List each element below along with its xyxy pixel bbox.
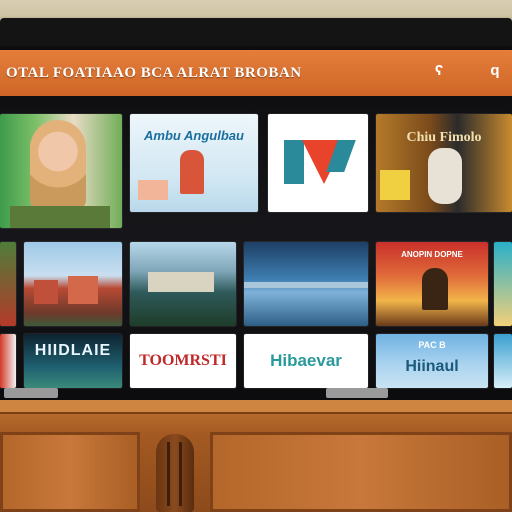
tv-screen: OTAL FOATIAAO BCA ALRAT BROBAN ʕ q Ambu … <box>0 46 512 408</box>
wooden-cabinet <box>0 400 512 512</box>
content-tile-chiu-poster[interactable]: Chiu Fimolo <box>376 114 512 212</box>
content-tile-hiidlaie[interactable]: HIIDLAIE <box>24 334 122 388</box>
tv-stand-foot-right <box>326 388 388 398</box>
content-tile-row3-right-edge[interactable] <box>494 334 512 388</box>
tile-title: TOOMRSTI <box>139 352 227 369</box>
content-tile-red-poster[interactable]: ANOPIN DOPNE <box>376 242 488 326</box>
handle-groove <box>167 442 170 506</box>
content-tile-toomrsti[interactable]: TOOMRSTI <box>130 334 236 388</box>
tile-title: Hibaevar <box>270 351 342 370</box>
content-tile-hibaevar[interactable]: Hibaevar <box>244 334 368 388</box>
top-navigation-bar: OTAL FOATIAAO BCA ALRAT BROBAN ʕ q <box>0 50 512 96</box>
content-tile-woman-portrait[interactable] <box>0 114 122 228</box>
tv-stand-foot-left <box>4 388 58 398</box>
content-tile-hiinaul[interactable]: PAC B Hiinaul <box>376 334 488 388</box>
content-tile-harbor[interactable] <box>130 242 236 326</box>
handle-groove <box>179 442 182 506</box>
tile-title: HIIDLAIE <box>34 342 112 359</box>
tile-title: Chiu Fimolo <box>406 130 482 145</box>
tile-label: ANOPIN DOPNE <box>401 250 463 259</box>
content-tile-nv-logo[interactable] <box>268 114 368 212</box>
tile-label: PAC B <box>418 340 446 350</box>
content-tile-row3-edge[interactable] <box>0 334 16 388</box>
tile-title: Ambu Angulbau <box>144 128 244 143</box>
content-tile-ambu[interactable]: Ambu Angulbau <box>130 114 258 212</box>
user-icon[interactable]: q <box>486 62 504 80</box>
brand-title: OTAL FOATIAAO BCA ALRAT BROBAN <box>6 64 302 81</box>
content-tile-row2-edge[interactable] <box>0 242 16 326</box>
cabinet-door-left <box>0 432 140 512</box>
content-tile-row2-right-edge[interactable] <box>494 242 512 326</box>
tv-bezel: OTAL FOATIAAO BCA ALRAT BROBAN ʕ q Ambu … <box>0 18 512 408</box>
content-tile-city-red-buildings[interactable] <box>24 242 122 326</box>
cabinet-top <box>0 400 512 414</box>
tile-title: Hiinaul <box>405 358 459 375</box>
cabinet-door-right <box>210 432 512 512</box>
search-icon[interactable]: ʕ <box>430 62 448 80</box>
content-tile-skyline-water[interactable] <box>244 242 368 326</box>
cabinet-handle <box>156 434 194 512</box>
